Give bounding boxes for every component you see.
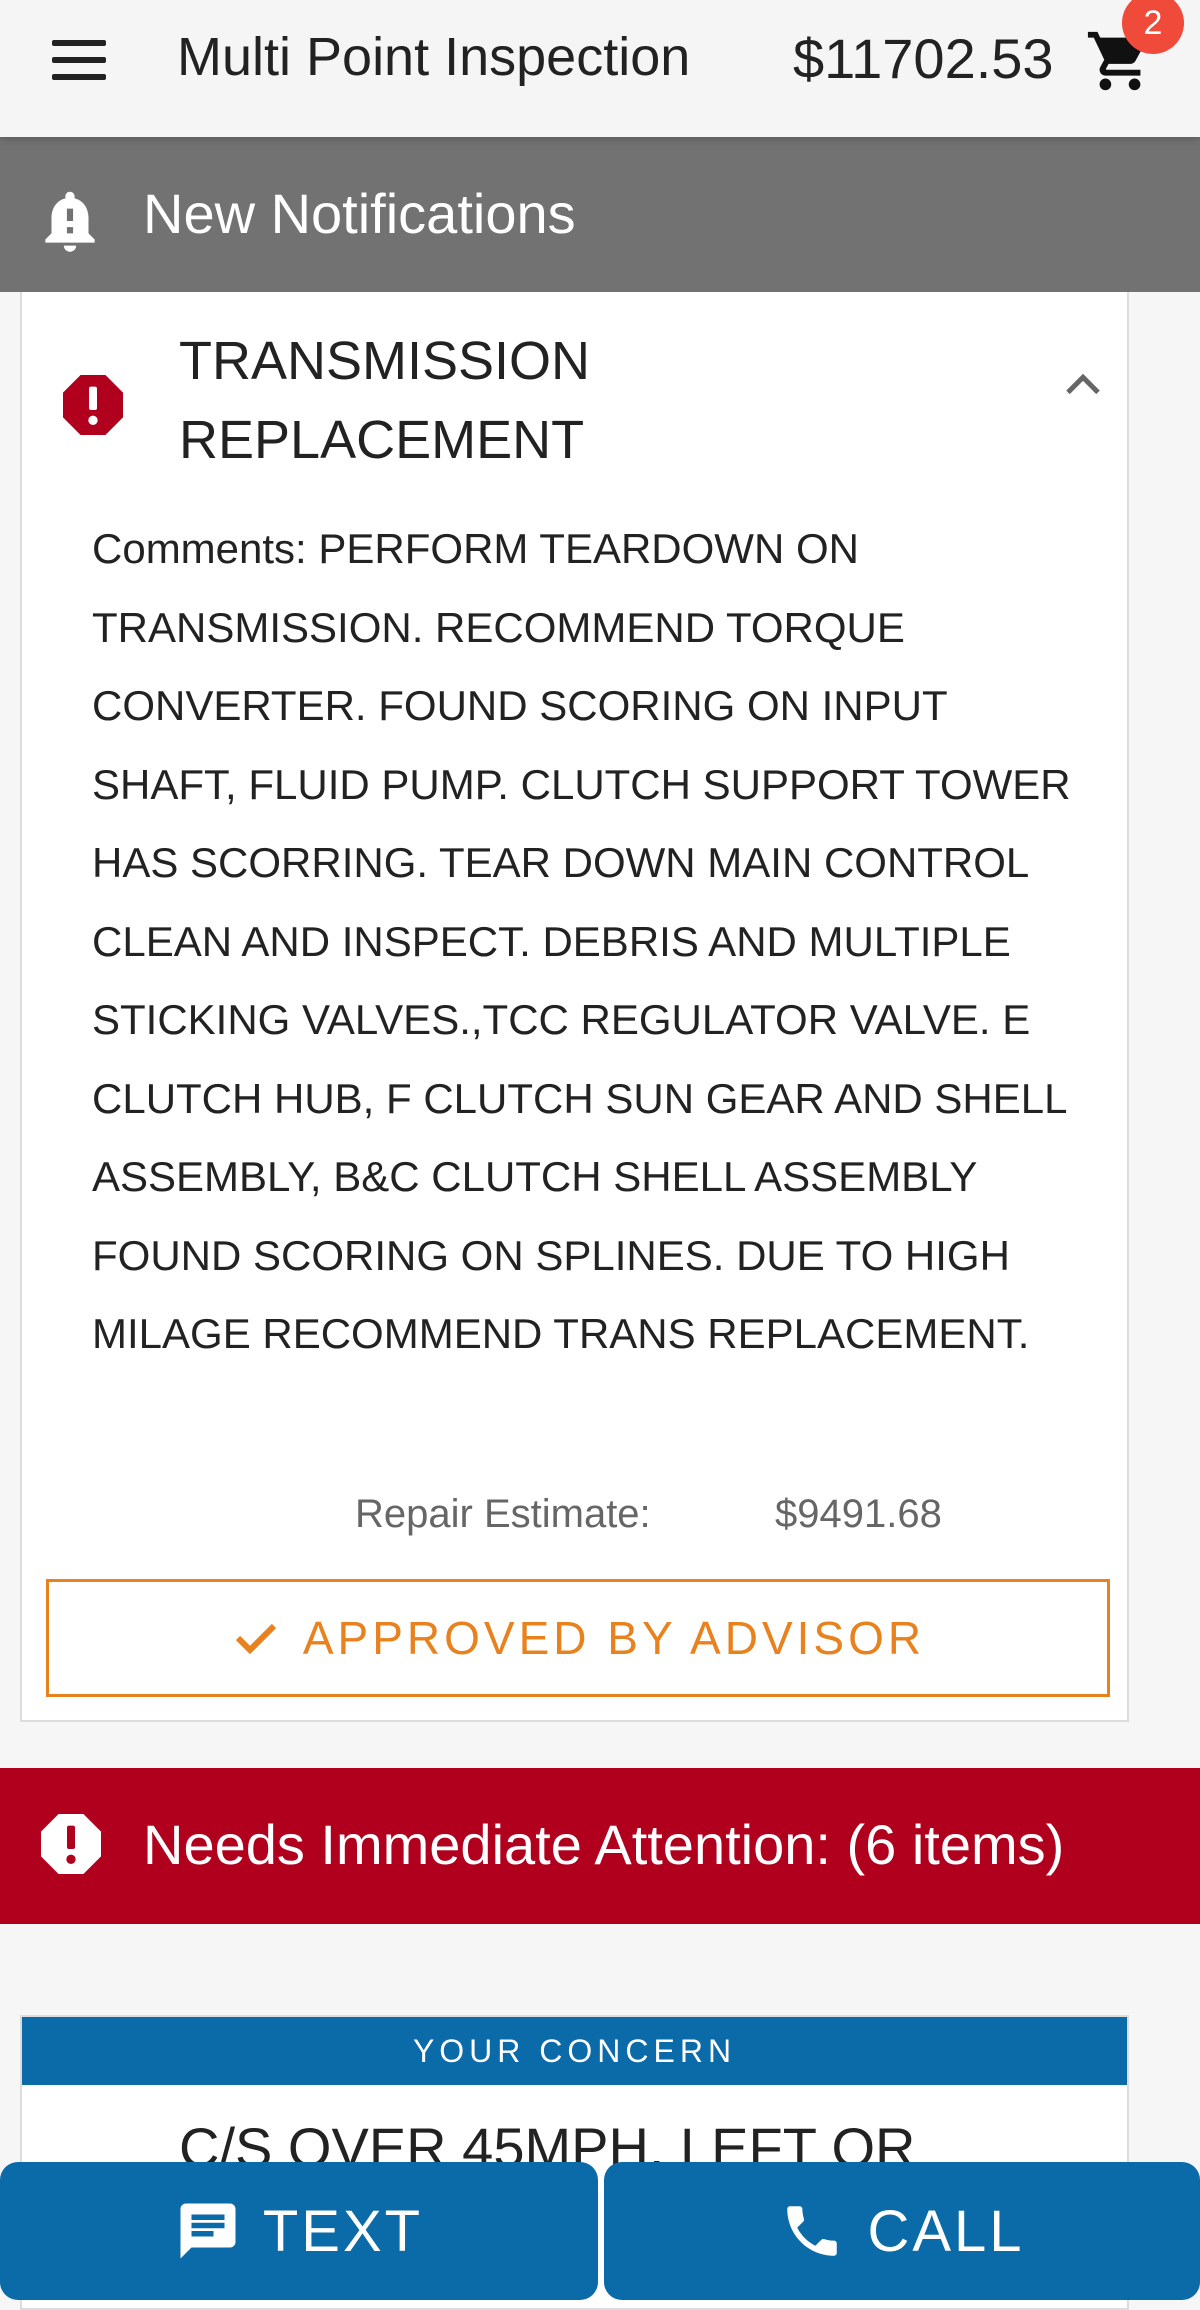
notifications-label: New Notifications	[143, 182, 576, 245]
cart-total: $11702.53	[793, 27, 1054, 90]
message-icon	[180, 2203, 236, 2259]
inspection-item-title: TRANSMISSION REPLACEMENT	[179, 331, 591, 470]
needs-attention-bar[interactable]: Needs Immediate Attention: (6 items)	[0, 1768, 1200, 1924]
repair-estimate-label: Repair Estimate:	[355, 1492, 651, 1536]
repair-estimate-value: $9491.68	[775, 1492, 942, 1536]
inspection-comments: Comments: PERFORM TEARDOWN ON TRANSMISSI…	[92, 525, 1071, 1357]
notifications-bar[interactable]: New Notifications	[0, 137, 1200, 292]
call-button-label: CALL	[867, 2198, 1025, 2264]
cart-count-badge: 2	[1122, 0, 1184, 54]
concern-header: YOUR CONCERN	[22, 2017, 1127, 2085]
needs-attention-label: Needs Immediate Attention: (6 items)	[143, 1813, 1065, 1876]
text-button-label: TEXT	[262, 2198, 424, 2264]
app-header: Multi Point Inspection $11702.53 2	[0, 0, 1200, 137]
inspection-item-card: TRANSMISSION REPLACEMENT Comments: PERFO…	[20, 292, 1129, 1722]
approved-status-label: APPROVED BY ADVISOR	[302, 1612, 926, 1664]
chevron-up-icon[interactable]	[1063, 369, 1103, 399]
alert-octagon-icon	[41, 1814, 101, 1874]
phone-icon	[787, 2206, 838, 2256]
bell-alert-icon	[45, 191, 95, 252]
approved-by-advisor-button[interactable]: APPROVED BY ADVISOR	[46, 1579, 1110, 1697]
alert-octagon-icon	[63, 375, 123, 435]
call-button[interactable]: CALL	[604, 2162, 1200, 2300]
text-button[interactable]: TEXT	[0, 2162, 598, 2300]
checkmark-icon	[235, 1623, 276, 1655]
hamburger-menu-icon[interactable]	[48, 38, 110, 82]
page-title: Multi Point Inspection	[177, 27, 691, 87]
